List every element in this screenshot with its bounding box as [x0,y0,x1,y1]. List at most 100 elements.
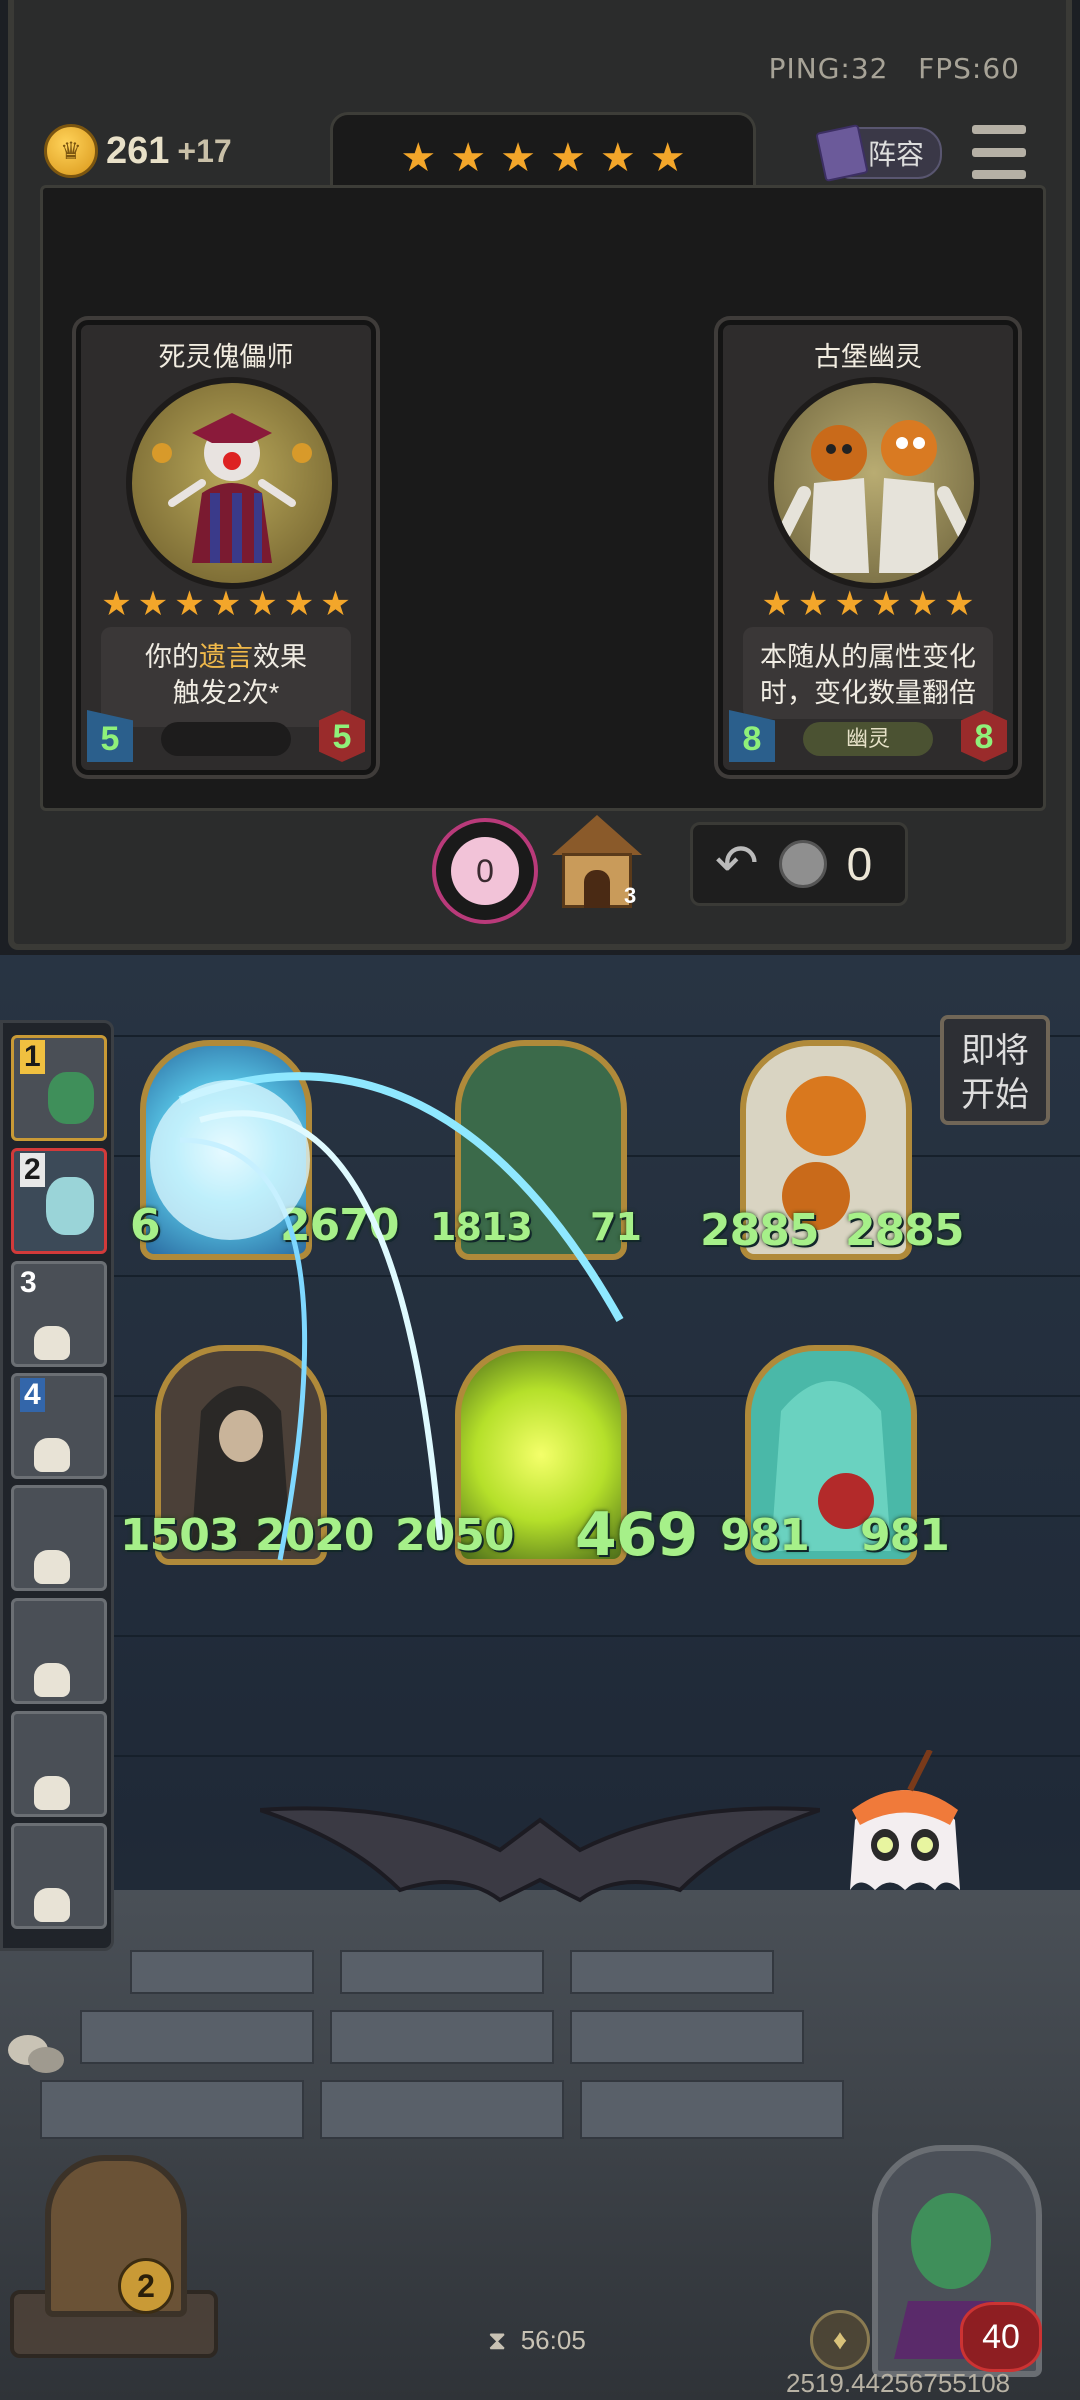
card-stars: ★ ★ ★ ★ ★ ★ ★ [81,587,371,621]
star-icon: ★ [283,585,315,623]
network-stats: PING:32 FPS:60 [769,52,1020,85]
opponent-slot[interactable] [11,1598,107,1704]
star-icon: ★ [137,585,169,623]
gold-income: +17 [177,132,232,169]
friendly-health: 981 [860,1510,950,1561]
house-roof-icon [552,815,642,855]
opponent-avatar [48,1072,94,1124]
card-stars: ★ ★ ★ ★ ★ ★ [723,587,1013,621]
refresh-button[interactable]: ↶ 0 [690,822,908,906]
gold-value: 261 [106,129,170,172]
star-icon: ★ [320,585,351,623]
house-door-icon [584,870,610,908]
wall-line [0,1635,1080,1637]
star-icon: ★ [450,135,487,180]
book-icon [815,123,869,183]
flower-icon: 0 [451,837,519,905]
floor-tile [340,1950,544,1994]
star-icon: ★ [210,585,242,623]
enemy-health: 2885 [845,1205,964,1256]
card-health: 5 [319,710,365,762]
card-health: 8 [961,710,1007,762]
menu-bar [972,125,1026,134]
freeze-button[interactable]: 0 [432,818,538,924]
card-desc-text: 触发2次* [172,678,280,708]
chat-icon[interactable] [6,2030,66,2080]
star-icon: ★ [871,585,902,623]
floor-tile [570,1950,774,1994]
enemy-attack: 2885 [700,1205,819,1256]
card-tribe-empty [161,722,291,756]
opponent-rank: 3 [20,1266,37,1299]
floor-tile [130,1950,314,1994]
skull-icon [34,1326,70,1360]
star-icon: ★ [174,585,205,623]
debug-coordinates: 2519.44256755108 [786,2368,1011,2398]
floor-tile [330,2010,554,2064]
star-icon: ★ [550,135,586,180]
freeze-count: 0 [476,852,494,889]
card-desc-text: 本随从的属性变化 [760,642,976,672]
fps-text: FPS:60 [918,52,1020,85]
floor-tile [580,2080,844,2139]
star-icon: ★ [400,135,437,180]
card-description: 本随从的属性变化 时，变化数量翻倍 [743,627,993,719]
refresh-icon: ↶ [715,835,759,893]
star-icon: ★ [247,585,278,623]
timer-value: 56:05 [520,2325,586,2355]
star-icon: ★ [761,585,793,623]
card-desc-keyword: 遗言 [199,642,253,672]
hourglass-icon: ⧗ [488,2325,507,2355]
skull-icon [34,1888,70,1922]
sushi-ghost-mascot-icon[interactable] [840,1750,970,1900]
card-desc-text: 时，变化数量翻倍 [760,678,976,708]
bat-emblem-icon [260,1806,820,1903]
hero-power-button[interactable]: ♦ [810,2310,870,2370]
menu-bar [972,170,1026,179]
coin-icon [778,840,827,888]
menu-button[interactable] [972,125,1026,179]
opponent-rank: 2 [20,1153,45,1187]
friendly-attack: 981 [720,1510,810,1561]
lineup-label: 阵容 [868,139,925,170]
star-icon: ★ [834,585,865,623]
skull-icon [34,1438,70,1472]
start-sign-line2: 开始 [961,1076,1029,1114]
card-name: 古堡幽灵 [814,342,922,372]
star-icon: ★ [943,585,975,623]
opponent-slot[interactable] [11,1711,107,1817]
shop-card[interactable]: 死灵傀儡师 ★ ★ ★ ★ ★ ★ ★ 你的遗言效果 触发2次* 5 5 [76,320,376,775]
floor-tile [40,2080,304,2139]
opponent-slot[interactable] [11,1485,107,1591]
card-tribe: 幽灵 [803,722,933,756]
shop-card[interactable]: 古堡幽灵 ★ ★ ★ ★ ★ ★ 本随从的属性变化 时，变化数量翻倍 8 8 幽灵 [718,320,1018,775]
star-icon: ★ [599,135,636,180]
opponent-slot[interactable]: 2 [11,1148,107,1254]
round-timer: ⧗ 56:05 [488,2325,586,2357]
tavern-upgrade-button[interactable]: 3 [552,815,642,910]
card-desc-text: 效果 [253,642,307,672]
floor-tile [80,2010,314,2064]
opponent-slot[interactable] [11,1823,107,1929]
tavern-tier: 3 [624,883,637,908]
gold-display: ♛ 261 +17 [44,124,232,178]
star-icon: ★ [907,585,938,623]
menu-bar [972,147,1026,157]
star-icon: ★ [649,135,686,180]
starting-soon-sign: 即将 开始 [940,1015,1050,1125]
ping-text: PING:32 [768,52,889,85]
floor-tile [320,2080,564,2139]
crown-coin-icon: ♛ [44,124,98,178]
card-description: 你的遗言效果 触发2次* [101,627,351,727]
opponent-rank: 4 [20,1378,45,1412]
opponent-rank: 1 [20,1040,45,1074]
lineup-button[interactable]: 阵容 [815,123,942,183]
refresh-cost: 0 [846,838,873,890]
opponent-slot[interactable]: 3 [11,1261,107,1367]
shop-level: 2 [118,2258,174,2314]
skull-icon [34,1550,70,1584]
opponent-slot[interactable]: 1 [11,1035,107,1141]
opponent-list: 1 2 3 4 [0,1020,114,1951]
opponent-avatar [46,1177,94,1235]
opponent-slot[interactable]: 4 [11,1373,107,1479]
